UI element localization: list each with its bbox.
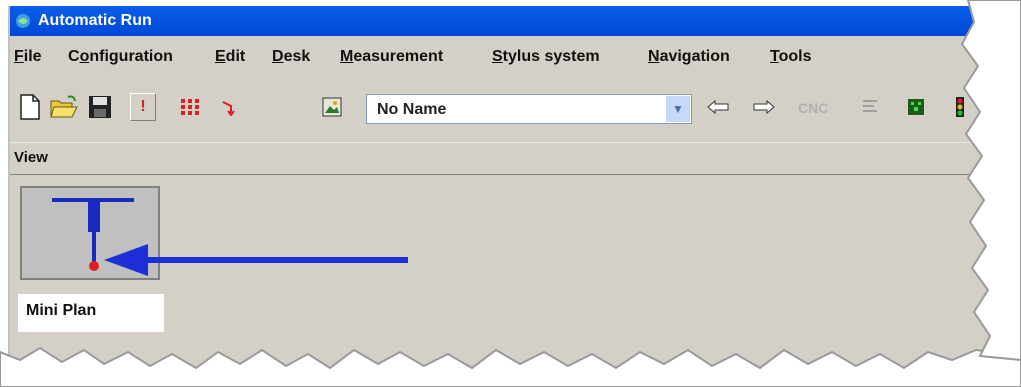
list-icon[interactable] [856,93,884,121]
divider [10,174,1010,175]
app-icon [16,14,30,28]
menu-configuration[interactable]: Configuration [68,48,173,66]
image-icon[interactable] [318,93,346,121]
program-name-combo[interactable]: No Name ▼ [366,94,692,124]
view-bar: View [10,142,1010,177]
traffic-light-icon[interactable] [946,93,974,121]
menu-bar: File Configuration Edit Desk Measurement… [10,44,1010,70]
forward-arrow-icon[interactable] [750,93,778,121]
title-bar[interactable]: Automatic Run [10,6,1010,36]
window-title: Automatic Run [38,12,152,29]
open-folder-icon[interactable] [50,93,78,121]
combo-value: No Name [377,101,447,118]
menu-edit[interactable]: Edit [215,48,245,66]
callout-arrow [104,244,408,276]
menu-stylus-system[interactable]: Stylus system [492,48,600,66]
menu-navigation[interactable]: Navigation [648,48,730,66]
menu-file[interactable]: File [14,48,42,66]
stop-icon: ! [140,98,146,115]
menu-tools[interactable]: Tools [770,48,811,66]
cnc-button[interactable]: CNC [798,100,828,116]
mini-plan-label: Mini Plan [26,302,97,319]
toolbar: ! No Name ▼ CNC [10,88,1010,128]
save-disk-icon[interactable] [86,93,114,121]
automatic-run-window: Automatic Run File Configuration Edit De… [8,6,1010,376]
back-arrow-icon[interactable] [704,93,732,121]
stop-button[interactable]: ! [130,93,156,121]
chevron-down-icon[interactable]: ▼ [666,96,690,122]
view-label: View [14,149,48,166]
menu-desk[interactable]: Desk [272,48,310,66]
grid-icon[interactable] [176,93,204,121]
path-arrow-icon[interactable] [216,93,244,121]
green-board-icon[interactable] [902,93,930,121]
new-document-icon[interactable] [16,93,44,121]
menu-measurement[interactable]: Measurement [340,48,443,66]
mini-plan-label-box: Mini Plan [18,294,164,332]
